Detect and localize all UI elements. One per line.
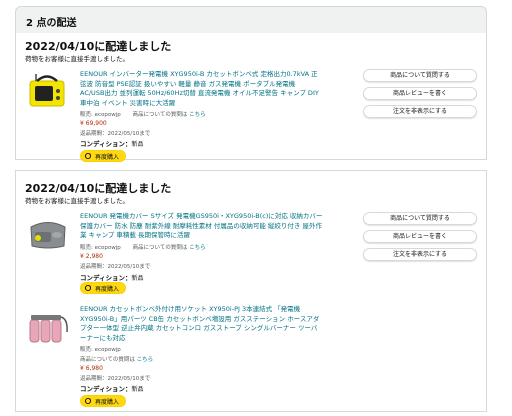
question-text: 商品についての質問は bbox=[132, 245, 188, 251]
seller-name: 販売: ecopowjp bbox=[80, 347, 121, 353]
seller-info: 販売: ecopowjp bbox=[80, 345, 121, 353]
product-title-link[interactable]: EENOUR 発電機カバー Sサイズ 発電機GS950i・XYG950i-B(c… bbox=[80, 212, 360, 241]
buy-again-label: 再度購入 bbox=[95, 398, 120, 406]
shipments-header: 2 点の配送 bbox=[15, 6, 487, 33]
delivery-date: 2022/04/10に配達しました bbox=[25, 40, 172, 53]
seller-info: 販売: ecopowjp 商品についての質問は こちら bbox=[80, 243, 206, 251]
question-link[interactable]: こちら bbox=[137, 357, 154, 363]
product-title-link[interactable]: EENOUR カセットボンベ外付け用ソケット XY950i-PJ 3本連結式 「… bbox=[80, 305, 370, 343]
return-window: 返品期間：2022/05/10まで bbox=[80, 376, 151, 382]
title-line: AC/USB出力 並列運転 50Hz/60Hz切替 直流発電機 オイル不足警告 … bbox=[80, 89, 319, 98]
condition-value: 新品 bbox=[131, 141, 144, 148]
condition-value: 新品 bbox=[131, 275, 144, 282]
title-line: 業 キャンプ 車積載 長期保管時に活躍 bbox=[80, 231, 191, 240]
seller-info: 販売: ecopowjp 商品についての質問は こちら bbox=[80, 110, 206, 118]
buy-again-button[interactable]: 再度購入 bbox=[80, 282, 127, 294]
title-line: EENOUR カセットボンベ外付け用ソケット XY950i-PJ 3本連結式 「… bbox=[80, 305, 301, 313]
title-line: EENOUR インバーター発電機 XYG950i-B カセットボンベ式 定格出力… bbox=[80, 70, 318, 78]
refresh-icon bbox=[84, 284, 92, 292]
condition: コンディション：新品 bbox=[80, 138, 144, 148]
title-line: 保護カバー 防水 防塵 耐紫外線 耐摩耗性素材 付属品の収納可能 縦絞り付き 屋… bbox=[80, 221, 322, 230]
condition: コンディション：新品 bbox=[80, 383, 144, 393]
return-window: 返品期間：2022/05/10まで bbox=[80, 131, 151, 137]
write-review-button[interactable]: 商品レビューを書く bbox=[363, 230, 477, 243]
delivery-date: 2022/04/10に配達しました bbox=[25, 182, 172, 195]
title-line: ーナーにも対応 bbox=[80, 333, 126, 342]
hide-order-button[interactable]: 注文を非表示にする bbox=[363, 105, 477, 118]
condition-label: コンディション： bbox=[80, 385, 132, 393]
delivery-note: 荷物をお客様に直接手渡しました。 bbox=[25, 55, 129, 63]
seller-name: 販売: ecopowjp bbox=[80, 245, 121, 251]
product-title-link[interactable]: EENOUR インバーター発電機 XYG950i-B カセットボンベ式 定格出力… bbox=[80, 70, 360, 108]
question-text: 商品についての質問は bbox=[80, 357, 135, 363]
ask-question-button[interactable]: 商品について質問する bbox=[363, 212, 477, 225]
generator-cover-image[interactable] bbox=[27, 212, 69, 252]
generator-image[interactable] bbox=[27, 69, 67, 109]
shipments-count-title: 2 点の配送 bbox=[26, 18, 77, 29]
buy-again-label: 再度購入 bbox=[95, 285, 120, 293]
title-line: プター一体型 逆止弁内蔵 カセットコンロ ガスストーブ シングルバーナー ツーバ bbox=[80, 324, 318, 333]
hide-order-button[interactable]: 注文を非表示にする bbox=[363, 248, 477, 261]
refresh-icon bbox=[84, 397, 92, 405]
refresh-icon bbox=[84, 152, 92, 160]
question-link[interactable]: こちら bbox=[189, 245, 206, 251]
condition-label: コンディション： bbox=[80, 274, 132, 282]
seller-name: 販売: ecopowjp bbox=[80, 112, 121, 118]
buy-again-button[interactable]: 再度購入 bbox=[80, 150, 127, 162]
write-review-button[interactable]: 商品レビューを書く bbox=[363, 87, 477, 100]
title-line: XYG950i-B」用パーツ CB缶 カセットボンベ増設用 ガスステーション ホ… bbox=[80, 314, 320, 323]
item-price: ¥ 6,980 bbox=[80, 365, 103, 372]
condition: コンディション：新品 bbox=[80, 272, 144, 282]
return-window: 返品期間：2022/05/10まで bbox=[80, 264, 151, 270]
gas-adapter-image[interactable] bbox=[27, 310, 71, 346]
title-line: EENOUR 発電機カバー Sサイズ 発電機GS950i・XYG950i-B(c… bbox=[80, 212, 323, 220]
item-price: ¥ 69,900 bbox=[80, 120, 107, 127]
condition-value: 新品 bbox=[131, 386, 144, 393]
ask-question-button[interactable]: 商品について質問する bbox=[363, 69, 477, 82]
item-price: ¥ 2,980 bbox=[80, 253, 103, 260]
buy-again-button[interactable]: 再度購入 bbox=[80, 395, 127, 407]
buy-again-label: 再度購入 bbox=[95, 153, 120, 161]
question-info: 商品についての質問は こちら bbox=[80, 355, 153, 363]
title-line: 弦波 防音型 PSE認証 扱いやすい 軽量 静音 ガス発電機 ポータブル発電機 bbox=[80, 79, 296, 88]
title-line: 車中泊 イベント 災害時に大活躍 bbox=[80, 98, 176, 107]
question-link[interactable]: こちら bbox=[189, 112, 206, 118]
condition-label: コンディション： bbox=[80, 140, 132, 148]
delivery-note: 荷物をお客様に直接手渡しました。 bbox=[25, 197, 129, 205]
question-text: 商品についての質問は bbox=[132, 112, 188, 118]
